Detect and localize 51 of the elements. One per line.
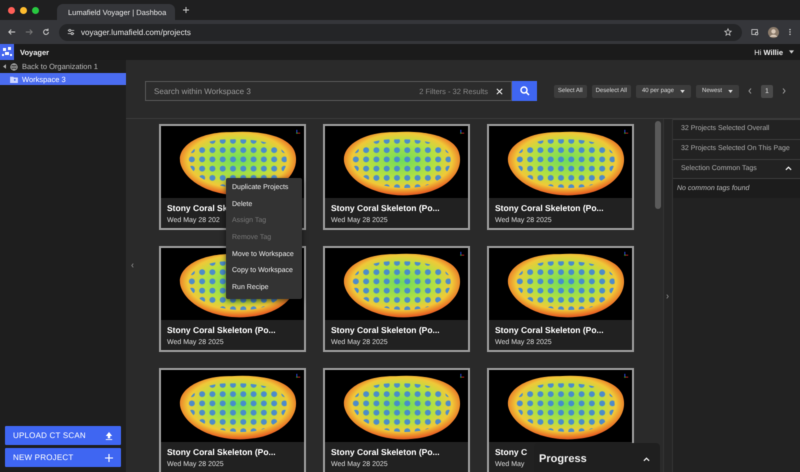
caret-icon[interactable] — [789, 50, 794, 54]
minimize-window-button[interactable] — [20, 6, 27, 14]
maximize-window-button[interactable] — [32, 6, 39, 14]
profile-avatar-icon[interactable] — [768, 26, 779, 38]
project-title: Stony Coral Skeleton (Po... — [331, 324, 440, 334]
address-field[interactable]: voyager.lumafield.com/projects — [59, 24, 742, 40]
axes-icon — [624, 251, 629, 256]
axes-icon — [624, 373, 629, 378]
caret-icon — [3, 64, 6, 69]
search-icon — [520, 86, 530, 96]
project-title: Stony Coral Skeleton (Po... — [167, 446, 276, 456]
project-title: Stony Coral Skeleton (Po... — [495, 202, 604, 212]
forward-icon[interactable] — [25, 28, 33, 36]
collapse-chevron-icon[interactable] — [131, 263, 134, 268]
logo-icon[interactable] — [0, 44, 14, 60]
reload-icon[interactable] — [42, 28, 50, 36]
upload-icon — [105, 432, 113, 440]
axes-icon — [460, 373, 465, 378]
menu-icon[interactable] — [788, 28, 792, 36]
axes-icon — [460, 129, 465, 134]
site-settings-icon[interactable] — [67, 28, 75, 36]
caret-icon — [680, 90, 685, 92]
back-icon[interactable] — [8, 28, 16, 36]
project-title: Stony Coral Skeleton (Po... — [167, 324, 276, 334]
expand-chevron-icon[interactable] — [666, 294, 669, 299]
project-title: Stony C — [495, 446, 528, 456]
project-title: Stony Coral Skeleton (Po... — [331, 446, 440, 456]
chevron-icon[interactable] — [643, 457, 650, 462]
axes-icon — [460, 251, 465, 256]
bookmark-star-icon[interactable] — [724, 28, 732, 36]
search-field[interactable]: Search within Workspace 3 — [154, 86, 412, 96]
progress-title: Progress — [539, 453, 587, 465]
axes-icon — [296, 373, 301, 378]
axes-icon — [296, 129, 301, 134]
previous-page-icon[interactable] — [748, 88, 752, 94]
project-title: Stony Coral Skeleton (Po... — [495, 324, 604, 334]
new-tab-icon[interactable] — [183, 7, 189, 13]
caret-icon — [728, 90, 733, 92]
chevron-icon[interactable] — [785, 166, 792, 172]
close-window-button[interactable] — [8, 6, 15, 14]
next-page-icon[interactable] — [782, 88, 786, 94]
project-title: Stony Coral Skeleton (Po... — [331, 202, 440, 212]
axes-icon — [624, 129, 629, 134]
plus-icon — [105, 454, 113, 462]
upload-button[interactable]: UPLOAD CT SCAN — [5, 426, 121, 445]
clear-icon[interactable] — [496, 88, 503, 94]
extension-icon[interactable] — [751, 28, 759, 36]
folder-icon — [10, 76, 18, 82]
globe-icon — [10, 62, 18, 70]
search-button[interactable] — [512, 81, 537, 101]
new-project-button[interactable]: NEW PROJECT — [5, 448, 121, 467]
